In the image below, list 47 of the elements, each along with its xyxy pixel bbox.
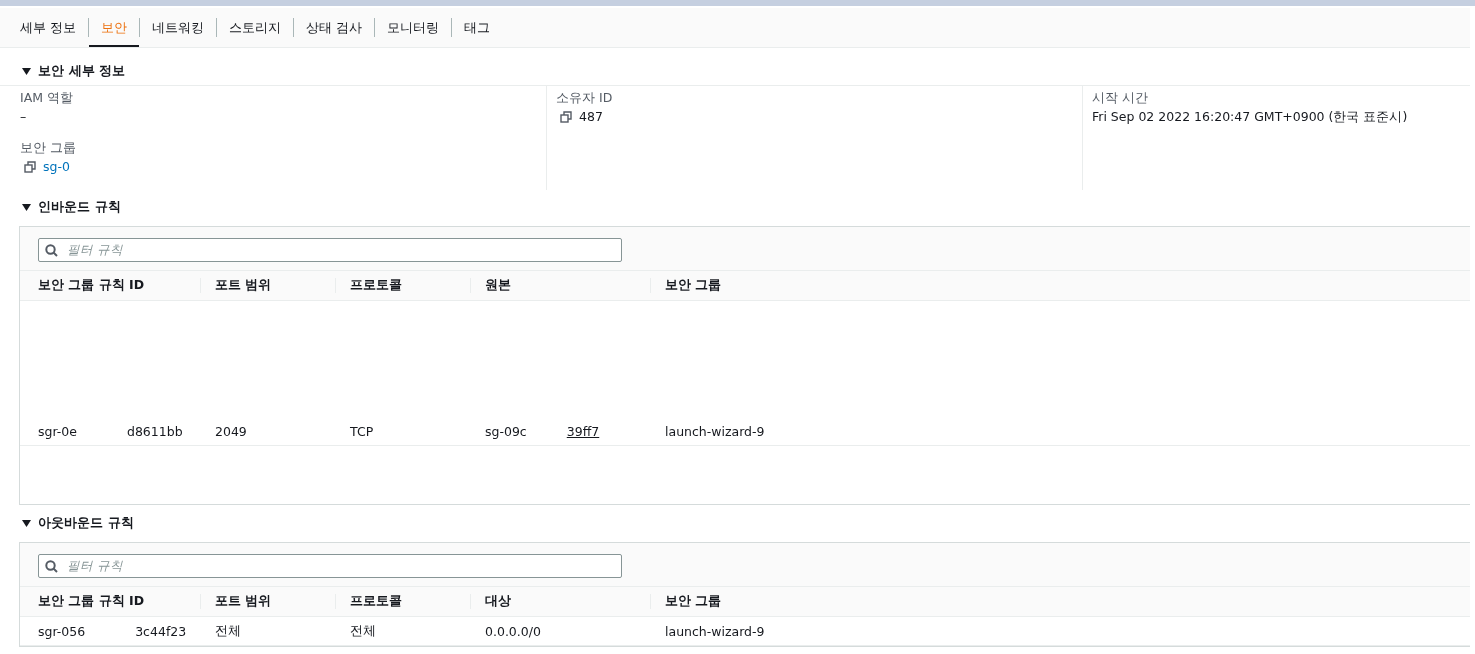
column-header[interactable]: 보안 그룹 [650, 278, 1470, 293]
tab[interactable]: 네트워킹 [140, 8, 217, 47]
search-icon [45, 559, 58, 573]
section-title: 아웃바운드 규칙 [38, 514, 134, 532]
table-cell: 전체 [350, 622, 376, 640]
table-cell: d8611bb [126, 423, 183, 439]
tab[interactable]: 세부 정보 [8, 8, 89, 47]
table-cell: launch-wizard-9 [665, 423, 765, 439]
field-value: – [20, 108, 27, 126]
column-header[interactable]: 포트 범위 [200, 278, 335, 293]
column-header[interactable]: 대상 [470, 594, 650, 609]
table-cell: 2049 [215, 423, 247, 439]
field-label: 보안 그룹 [20, 140, 77, 156]
column-header[interactable]: 포트 범위 [200, 594, 335, 609]
table-cell: 3c44f23 [135, 623, 187, 639]
column-header[interactable]: 보안 그룹 규칙 ID [20, 271, 200, 300]
table-cell: sgr-0e [38, 423, 77, 439]
field-value: Fri Sep 02 2022 16:20:47 GMT+0900 (한국 표준시) [1092, 108, 1408, 126]
table-cell: sg-09c [485, 423, 527, 439]
table-cell: launch-wizard-9 [665, 623, 765, 639]
tab[interactable]: 모니터링 [375, 8, 452, 47]
column-header[interactable]: 원본 [470, 278, 650, 293]
table-cell: TCP [350, 423, 374, 439]
column-header[interactable]: 프로토콜 [335, 594, 470, 609]
caret-down-icon[interactable] [22, 202, 31, 212]
table-cell: sgr-056 [38, 623, 86, 639]
section-title: 인바운드 규칙 [38, 198, 121, 216]
caret-down-icon[interactable] [22, 66, 31, 76]
security-group-link[interactable]: sg-0 [43, 158, 70, 176]
copy-icon[interactable] [24, 161, 36, 173]
column-header[interactable]: 보안 그룹 규칙 ID [20, 587, 200, 616]
field-label: IAM 역할 [20, 90, 74, 106]
copy-icon[interactable] [560, 111, 572, 123]
field-label: 소유자 ID [556, 90, 614, 106]
table-cell: 전체 [215, 622, 241, 640]
section-title: 보안 세부 정보 [38, 62, 126, 80]
field-label: 시작 시간 [1092, 90, 1149, 106]
field-value: 487 [579, 108, 603, 126]
table-cell: 0.0.0.0/0 [485, 623, 541, 639]
tab[interactable]: 상태 검사 [294, 8, 375, 47]
search-icon [45, 243, 58, 257]
column-header[interactable]: 프로토콜 [335, 278, 470, 293]
table-link[interactable]: 39ff7 [566, 423, 600, 439]
caret-down-icon[interactable] [22, 518, 31, 528]
tab[interactable]: 스토리지 [217, 8, 294, 47]
tab[interactable]: 태그 [452, 8, 503, 47]
column-header[interactable]: 보안 그룹 [650, 594, 1470, 609]
